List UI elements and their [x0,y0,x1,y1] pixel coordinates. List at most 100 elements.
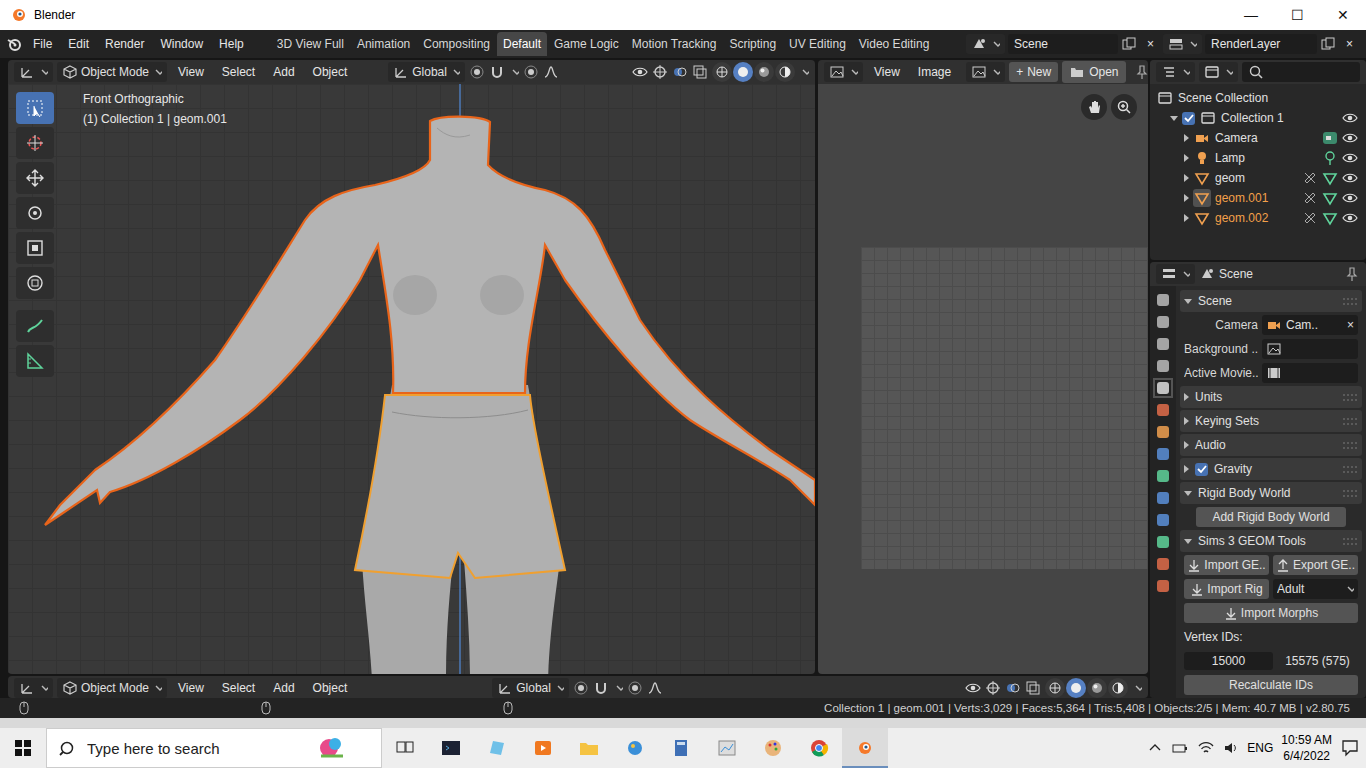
proportional-icon[interactable] [523,64,539,80]
view-layer-selector-field[interactable]: RenderLayer [1205,34,1317,54]
pin-icon[interactable] [1134,64,1148,80]
panel-toggle[interactable] [1184,539,1192,544]
header-menu[interactable]: Add [266,62,301,82]
character-mesh-figure[interactable] [8,84,815,674]
eye-icon[interactable] [1342,170,1358,186]
paint-app-button[interactable] [612,728,658,768]
properties-tab-icon[interactable] [1155,314,1171,330]
notes-app-button[interactable] [474,728,520,768]
terminal-app-button[interactable] [428,728,474,768]
properties-tab-icon[interactable] [1155,512,1171,528]
scene-selector-field[interactable]: Scene [1008,34,1118,54]
gizmo-icon[interactable] [652,64,668,80]
eye-icon[interactable] [1342,190,1358,206]
camera-data-icon[interactable] [1322,130,1338,146]
outliner-item[interactable]: geom.002 [1150,208,1366,228]
properties-tab-icon[interactable] [1155,358,1171,374]
panel-toggle[interactable] [1184,441,1189,449]
properties-tab-icon[interactable] [1155,402,1171,418]
clock[interactable]: 10:59 AM6/4/2022 [1281,732,1332,764]
workspace-tab[interactable]: Default [497,32,547,56]
properties-tab-icon[interactable] [1155,578,1171,594]
panel-header[interactable]: Units [1180,386,1362,408]
panel-toggle[interactable] [1184,299,1192,304]
select-tool-button[interactable] [16,92,54,124]
outliner-item[interactable]: Camera [1150,128,1366,148]
orientation-dropdown[interactable]: Global [492,678,569,698]
panel-toggle[interactable] [1184,417,1189,425]
header-menu[interactable]: View [171,62,211,82]
taskbar-search[interactable] [46,728,382,768]
panel-checkbox[interactable] [1195,463,1208,476]
solid-shading-button[interactable] [733,62,753,82]
expand-toggle[interactable] [1170,116,1178,121]
modifier-icon[interactable] [1302,170,1318,186]
pivot-icon[interactable] [469,64,485,80]
properties-tab-icon[interactable] [1155,446,1171,462]
overlay-icon[interactable] [1005,680,1021,696]
vertex-start-field[interactable]: 15000 [1184,652,1273,670]
properties-tab-icon[interactable] [1155,468,1171,484]
new-image-button[interactable]: +New [1009,62,1058,82]
media-app-button[interactable] [520,728,566,768]
xray-icon[interactable] [692,64,708,80]
menu-item[interactable]: File [26,34,59,54]
palette-app-button[interactable] [750,728,796,768]
editor-type-dropdown[interactable] [1156,62,1195,82]
start-button[interactable] [0,728,46,768]
properties-tab-icon[interactable] [1155,380,1171,396]
properties-tab-icon[interactable] [1155,424,1171,440]
mesh-data-icon[interactable] [1322,210,1338,226]
recalculate-ids-button[interactable]: Recalculate IDs [1184,675,1358,695]
proportional-icon[interactable] [627,680,643,696]
network-icon[interactable] [1197,740,1215,756]
cursor-tool-button[interactable] [16,127,54,159]
wireframe-shading-button[interactable] [1045,678,1065,698]
header-menu[interactable]: Object [306,62,355,82]
panel-header[interactable]: Scene [1180,290,1362,312]
expand-toggle[interactable] [1184,154,1189,162]
maximize-button[interactable]: ☐ [1274,0,1320,30]
expand-toggle[interactable] [1184,134,1189,142]
editor-type-dropdown[interactable] [1156,264,1195,284]
rotate-tool-button[interactable] [16,197,54,229]
solid-shading-button[interactable] [1066,678,1086,698]
close-button[interactable]: ✕ [1320,0,1366,30]
gizmo-icon[interactable] [985,680,1001,696]
outliner-item[interactable]: Collection 1 [1150,108,1366,128]
move-tool-button[interactable] [16,162,54,194]
panel-toggle[interactable] [1184,393,1189,401]
export-geom-button[interactable]: Export GE.. [1273,555,1358,575]
expand-toggle[interactable] [1184,174,1189,182]
copy-icon[interactable] [1121,36,1137,52]
snap-options-icon[interactable] [509,64,519,80]
header-menu[interactable]: View [171,678,211,698]
workspace-tab[interactable]: Animation [351,32,416,56]
clear-button[interactable]: × [1347,318,1354,332]
import-morphs-button[interactable]: Import Morphs [1184,603,1358,623]
editor-type-dropdown[interactable] [14,62,53,82]
properties-tab-icon[interactable] [1155,336,1171,352]
eye-icon[interactable] [1342,110,1358,126]
mode-dropdown[interactable]: Object Mode [57,62,167,82]
calculator-button[interactable] [658,728,704,768]
add-rigid-body-world-button[interactable]: Add Rigid Body World [1196,507,1346,527]
expand-toggle[interactable] [1184,194,1189,202]
view-layer-selector-type-icon[interactable] [1168,36,1184,52]
property-field[interactable]: Cam..× [1262,315,1358,335]
pin-icon[interactable] [1344,266,1360,282]
material-shading-button[interactable] [754,62,774,82]
mode-dropdown[interactable]: Object Mode [57,678,167,698]
blender-menu-icon[interactable] [6,35,24,53]
mesh-data-icon[interactable] [1322,190,1338,206]
chart-app-button[interactable] [704,728,750,768]
image-browse-dropdown[interactable] [966,62,1005,82]
import-rig-button[interactable]: Import Rig [1184,579,1269,599]
remove-button[interactable]: × [1339,34,1360,54]
modifier-icon[interactable] [1302,210,1318,226]
menu-item[interactable]: Edit [61,34,96,54]
annotate-tool-button[interactable] [16,310,54,342]
editor-type-dropdown[interactable] [14,678,53,698]
show-hidden-icons-icon[interactable] [1147,740,1163,756]
snap-options-icon[interactable] [613,680,623,696]
